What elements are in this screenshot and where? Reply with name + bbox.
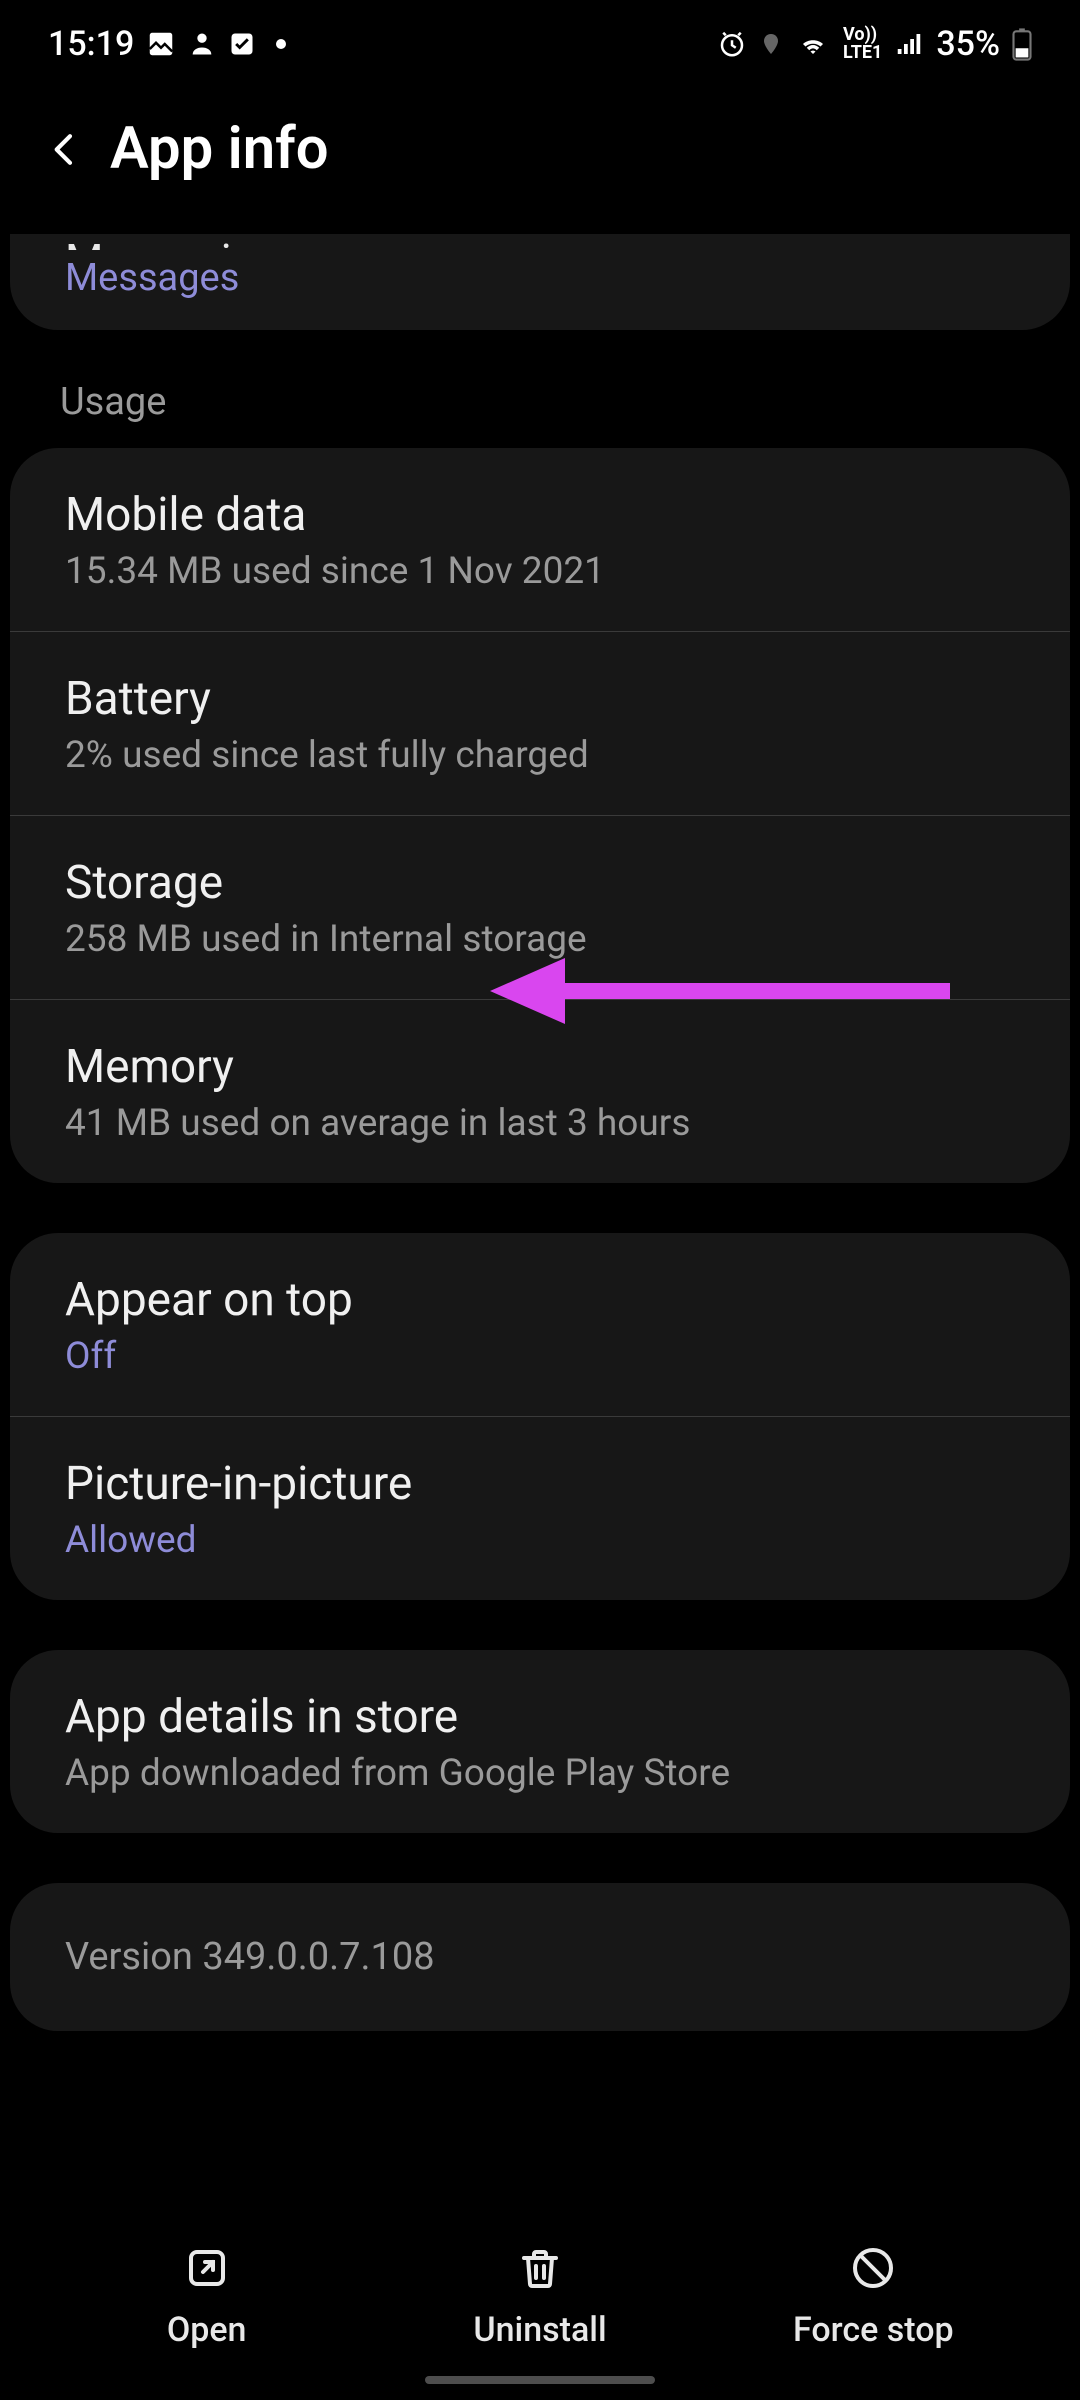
page-title: App info: [110, 115, 329, 183]
back-button[interactable]: [30, 114, 100, 184]
default-app-title: Messaging app: [65, 234, 1015, 250]
trash-icon: [512, 2240, 568, 2296]
row-title: Battery: [65, 672, 1015, 726]
row-sub: Off: [65, 1335, 1015, 1378]
battery-row[interactable]: Battery 2% used since last fully charged: [10, 632, 1070, 816]
more-notifications-dot: [276, 39, 286, 49]
person-icon: [188, 30, 216, 58]
row-sub: 2% used since last fully charged: [65, 734, 1015, 777]
store-card: App details in store App downloaded from…: [10, 1650, 1070, 1833]
status-left: 15:19: [48, 24, 286, 64]
mobile-data-row[interactable]: Mobile data 15.34 MB used since 1 Nov 20…: [10, 448, 1070, 632]
row-title: Mobile data: [65, 488, 1015, 542]
page-header: App info: [0, 74, 1080, 234]
memory-row[interactable]: Memory 41 MB used on average in last 3 h…: [10, 1000, 1070, 1183]
row-title: Storage: [65, 856, 1015, 910]
open-icon: [179, 2240, 235, 2296]
status-right: Vo))LTE1 35%: [717, 24, 1032, 64]
stop-icon: [845, 2240, 901, 2296]
uninstall-button[interactable]: Uninstall: [440, 2240, 640, 2350]
usage-card: Mobile data 15.34 MB used since 1 Nov 20…: [10, 448, 1070, 1183]
volte-icon: Vo))LTE1: [843, 26, 882, 62]
open-button[interactable]: Open: [107, 2240, 307, 2350]
pip-row[interactable]: Picture-in-picture Allowed: [10, 1417, 1070, 1600]
app-details-store-row[interactable]: App details in store App downloaded from…: [10, 1650, 1070, 1833]
version-card: Version 349.0.0.7.108: [10, 1883, 1070, 2031]
row-title: Appear on top: [65, 1273, 1015, 1327]
usage-section-label: Usage: [0, 370, 1080, 448]
battery-icon: [1012, 27, 1032, 61]
row-sub: App downloaded from Google Play Store: [65, 1752, 1015, 1795]
default-app-value: Messages: [65, 256, 1015, 300]
row-sub: 41 MB used on average in last 3 hours: [65, 1102, 1015, 1145]
location-icon: [759, 29, 783, 59]
image-icon: [146, 29, 176, 59]
signal-icon: [894, 29, 924, 59]
default-app-row[interactable]: Messaging app Messages: [10, 234, 1070, 330]
chevron-left-icon: [45, 122, 85, 177]
wifi-icon: [795, 29, 831, 59]
status-time: 15:19: [48, 24, 134, 64]
content-scroll[interactable]: Messaging app Messages Usage Mobile data…: [0, 234, 1080, 2031]
overlay-card: Appear on top Off Picture-in-picture All…: [10, 1233, 1070, 1600]
appear-on-top-row[interactable]: Appear on top Off: [10, 1233, 1070, 1417]
row-title: Picture-in-picture: [65, 1457, 1015, 1511]
force-stop-button[interactable]: Force stop: [773, 2240, 973, 2350]
status-bar: 15:19 Vo))LTE1 35%: [0, 0, 1080, 74]
row-title: Memory: [65, 1040, 1015, 1094]
uninstall-label: Uninstall: [473, 2310, 606, 2350]
row-sub: 258 MB used in Internal storage: [65, 918, 1015, 961]
row-sub: 15.34 MB used since 1 Nov 2021: [65, 550, 1015, 593]
row-sub: Allowed: [65, 1519, 1015, 1562]
storage-row[interactable]: Storage 258 MB used in Internal storage: [10, 816, 1070, 1000]
open-label: Open: [167, 2310, 247, 2350]
bottom-action-bar: Open Uninstall Force stop: [0, 2210, 1080, 2400]
row-title: App details in store: [65, 1690, 1015, 1744]
force-stop-label: Force stop: [793, 2310, 954, 2350]
alarm-icon: [717, 29, 747, 59]
version-text: Version 349.0.0.7.108: [10, 1883, 1070, 2031]
battery-percent: 35%: [936, 24, 1000, 64]
checkbox-icon: [228, 30, 256, 58]
gesture-nav-handle[interactable]: [425, 2376, 655, 2384]
